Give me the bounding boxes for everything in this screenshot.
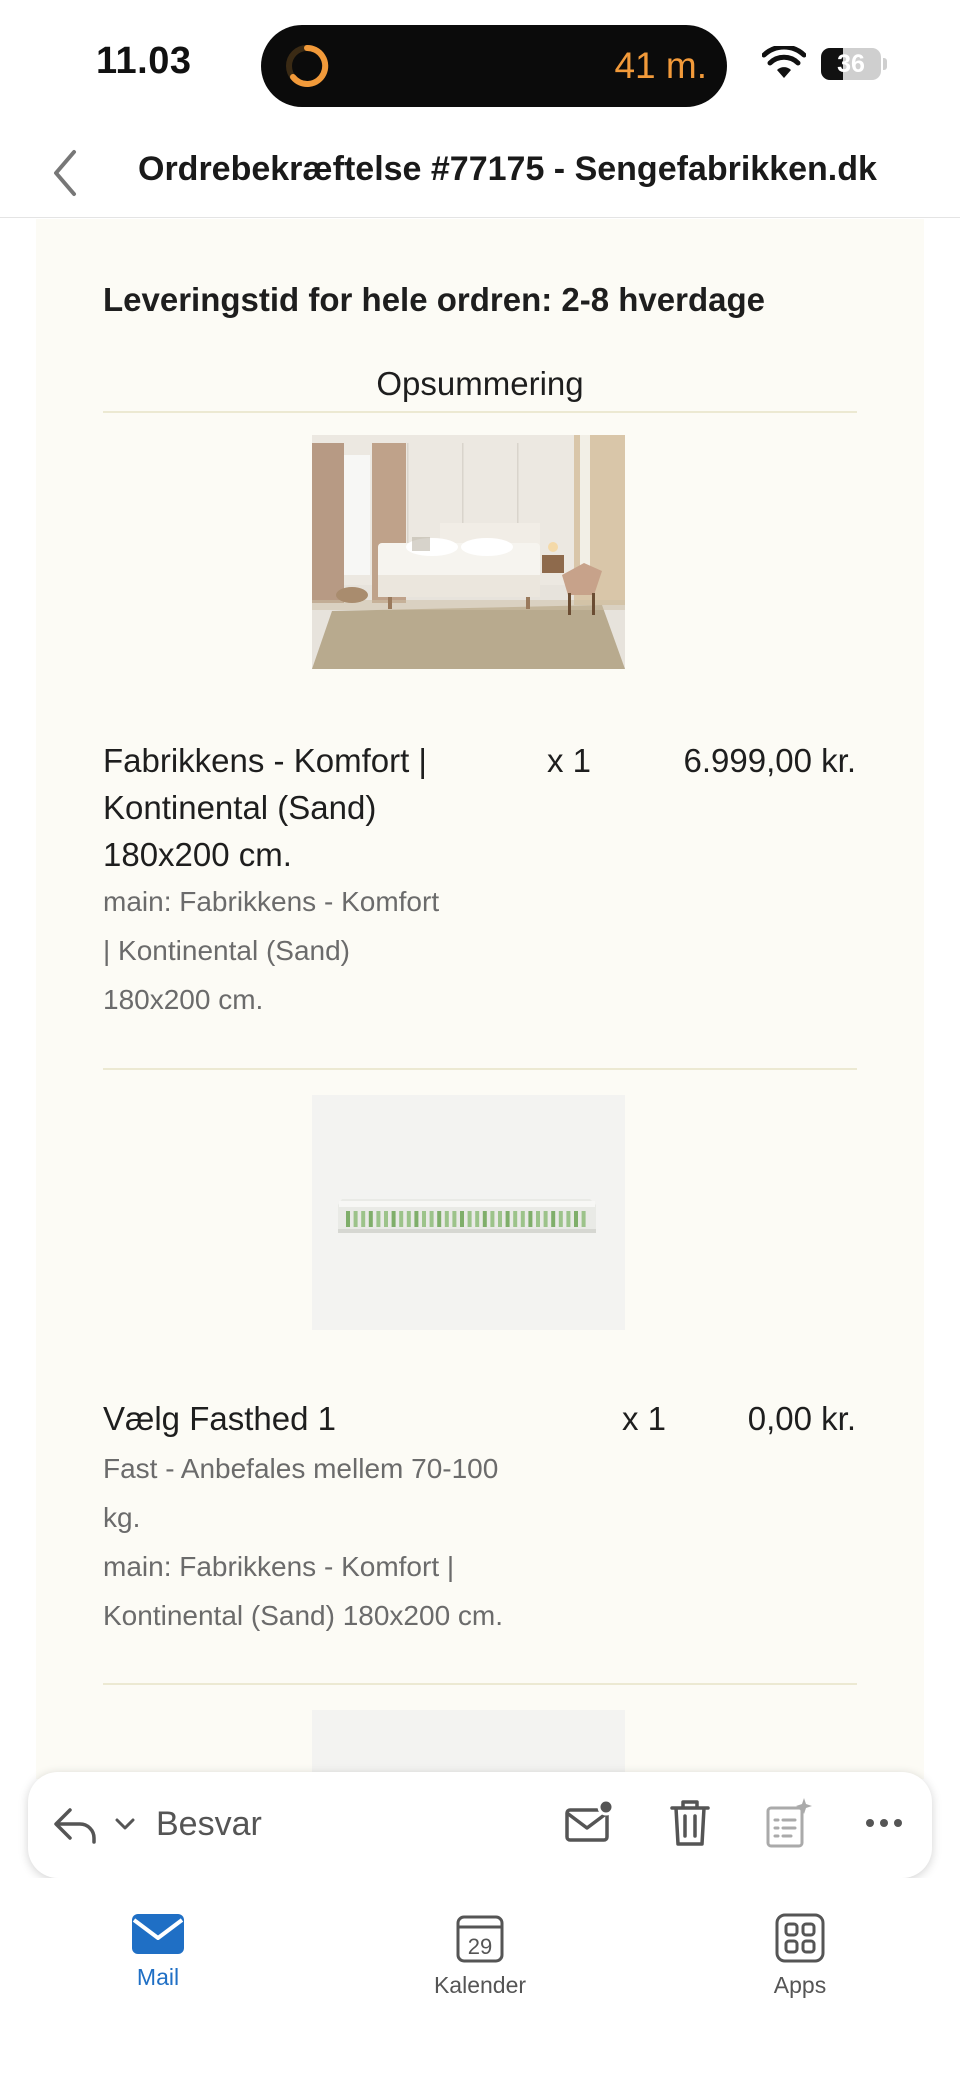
tab-bar: Mail 29 Kalender Apps (0, 1878, 960, 2081)
apps-grid-icon (775, 1913, 825, 1963)
mattress-product-image[interactable] (312, 1095, 625, 1330)
item-name-line: Vælg Fasthed 1 (103, 1400, 336, 1437)
status-bar: 11.03 41 m. 36 (0, 0, 960, 130)
battery-icon: 36 (821, 48, 887, 80)
eta-text: 41 m. (614, 45, 707, 86)
item-meta: Fast - Anbefales mellem 70-100 kg. main:… (103, 1444, 593, 1640)
reply-icon[interactable] (52, 1804, 98, 1844)
status-time: 11.03 (96, 40, 192, 82)
divider (103, 1683, 857, 1685)
bed-product-image[interactable] (312, 435, 625, 669)
item-name-line: Kontinental (Sand) (103, 789, 377, 826)
tab-calendar[interactable]: 29 Kalender (380, 1912, 580, 1999)
item-price: 0,00 kr. (747, 1400, 856, 1437)
delivery-time-text: Leveringstid for hele ordren: 2-8 hverda… (103, 281, 765, 318)
item-meta: main: Fabrikkens - Komfort | Kontinental… (103, 877, 523, 1024)
item-meta-line: main: Fabrikkens - Komfort (103, 886, 440, 917)
tab-label: Apps (773, 1972, 827, 1998)
tab-label: Mail (136, 1964, 180, 1990)
wifi-icon (762, 46, 806, 78)
calendar-icon: 29 (456, 1915, 504, 1963)
divider (103, 1068, 857, 1070)
email-body[interactable]: Leveringstid for hele ordren: 2-8 hverda… (36, 219, 924, 1779)
item-meta-line: 180x200 cm. (103, 984, 264, 1015)
item-meta-line: | Kontinental (Sand) (103, 935, 350, 966)
item-name: Fabrikkens - Komfort | Kontinental (Sand… (103, 737, 503, 878)
tab-mail[interactable]: Mail (58, 1912, 258, 1991)
product-image[interactable] (312, 1710, 625, 1779)
chevron-down-icon[interactable] (114, 1816, 136, 1832)
more-icon[interactable] (864, 1816, 904, 1830)
reply-button-label[interactable]: Besvar (156, 1805, 262, 1844)
summarize-icon[interactable] (764, 1796, 812, 1850)
item-meta-line: Kontinental (Sand) 180x200 cm. (103, 1600, 504, 1631)
item-meta-line: kg. (103, 1502, 141, 1533)
divider (103, 411, 857, 413)
message-header: Ordrebekræftelse #77175 - Sengefabrikken… (0, 130, 960, 218)
tab-label: Kalender (433, 1972, 527, 1998)
tab-apps[interactable]: Apps (700, 1912, 900, 1999)
dynamic-island[interactable]: 41 m. (261, 25, 727, 107)
battery-level: 36 (837, 50, 865, 78)
chevron-left-icon[interactable] (46, 146, 86, 200)
item-meta-line: main: Fabrikkens - Komfort | (103, 1551, 455, 1582)
summary-heading: Opsummering (376, 365, 584, 402)
navigation-progress-icon (286, 44, 329, 87)
item-quantity: x 1 (547, 742, 592, 779)
item-price: 6.999,00 kr. (683, 742, 856, 779)
item-name: Vælg Fasthed 1 (103, 1395, 503, 1442)
message-subject: Ordrebekræftelse #77175 - Sengefabrikken… (138, 150, 877, 188)
mail-icon (132, 1914, 184, 1954)
calendar-day: 29 (468, 1934, 492, 1959)
item-name-line: 180x200 cm. (103, 836, 292, 873)
reply-toolbar: Besvar (28, 1772, 932, 1878)
trash-icon[interactable] (668, 1796, 712, 1850)
mark-unread-icon[interactable] (564, 1798, 614, 1846)
item-name-line: Fabrikkens - Komfort | (103, 742, 427, 779)
item-meta-line: Fast - Anbefales mellem 70-100 (103, 1453, 499, 1484)
